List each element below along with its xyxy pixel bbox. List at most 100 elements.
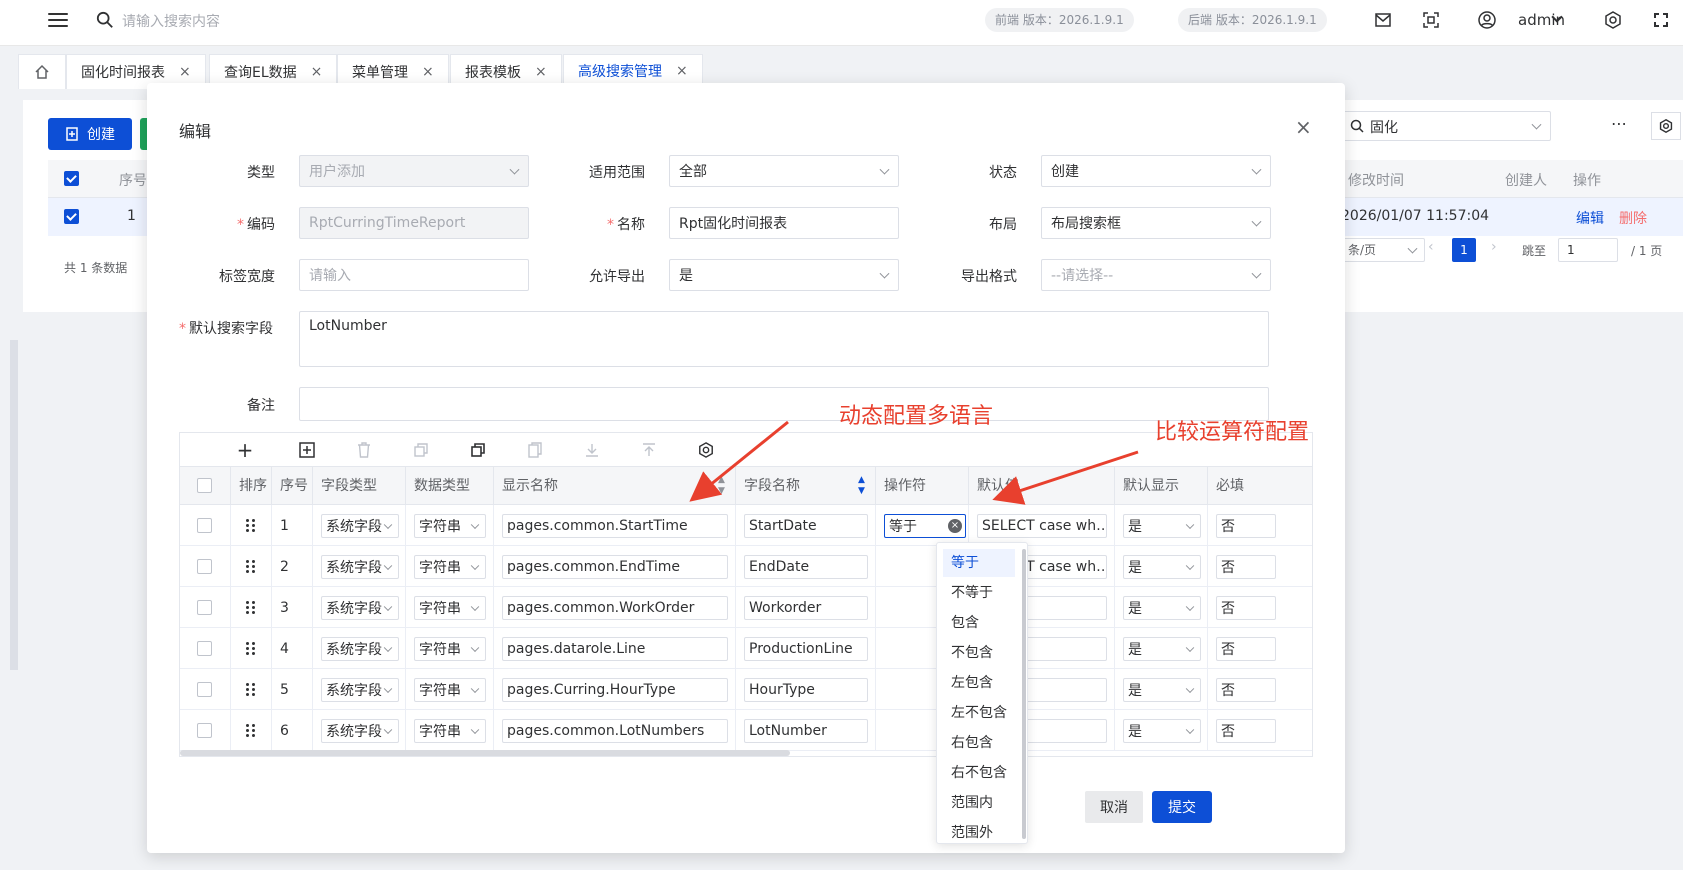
display-name-input[interactable]: pages.Curring.HourType <box>502 677 728 702</box>
row-checkbox[interactable] <box>197 723 212 738</box>
tab-close-icon[interactable]: × <box>535 64 547 80</box>
field-type-select[interactable]: 系统字段 <box>321 595 399 620</box>
page-size-select[interactable]: 条/页 <box>1341 238 1425 262</box>
data-type-select[interactable]: 字符串 <box>414 677 486 702</box>
row-checkbox[interactable] <box>64 209 79 224</box>
paste-icon[interactable] <box>469 441 487 459</box>
export-format-select[interactable]: --请选择-- <box>1041 259 1271 291</box>
prev-page-icon[interactable]: ‹ <box>1428 239 1434 255</box>
default-show-select[interactable]: 是 <box>1123 595 1201 620</box>
field-name-input[interactable]: LotNumber <box>744 718 868 743</box>
column-settings-button[interactable] <box>1651 112 1681 140</box>
field-name-input[interactable]: ProductionLine <box>744 636 868 661</box>
operator-option[interactable]: 不等于 <box>943 579 1015 607</box>
cancel-button[interactable]: 取消 <box>1085 791 1143 823</box>
allow-export-select[interactable]: 是 <box>669 259 899 291</box>
fullscreen-icon[interactable] <box>1651 10 1671 30</box>
default-show-select[interactable]: 是 <box>1123 636 1201 661</box>
jump-page-input[interactable]: 1 <box>1558 238 1618 262</box>
required-select[interactable]: 否 <box>1216 718 1276 743</box>
data-type-select[interactable]: 字符串 <box>414 595 486 620</box>
tab-home[interactable] <box>18 54 66 89</box>
operator-option[interactable]: 包含 <box>943 609 1015 637</box>
operator-option[interactable]: 右不包含 <box>943 759 1015 787</box>
col-display-name[interactable]: 显示名称 ▲ ▼ <box>494 467 736 505</box>
next-page-icon[interactable]: › <box>1491 239 1497 255</box>
row-delete-link[interactable]: 删除 <box>1619 208 1647 228</box>
operator-input[interactable]: 等于 × <box>884 513 966 538</box>
operator-option[interactable]: 左不包含 <box>943 699 1015 727</box>
display-name-input[interactable]: pages.common.LotNumbers <box>502 718 728 743</box>
operator-option[interactable]: 等于 <box>943 549 1015 577</box>
required-select[interactable]: 否 <box>1216 677 1276 702</box>
menu-toggle-icon[interactable] <box>48 10 68 30</box>
delete-icon[interactable] <box>355 441 373 459</box>
col-field-name[interactable]: 字段名称 ▲ ▼ <box>736 467 876 505</box>
field-name-input[interactable]: Workorder <box>744 595 868 620</box>
drag-handle-icon[interactable] <box>246 601 256 615</box>
row-checkbox[interactable] <box>197 641 212 656</box>
drag-handle-icon[interactable] <box>246 519 256 533</box>
scan-icon[interactable] <box>1421 10 1441 30</box>
required-select[interactable]: 否 <box>1216 595 1276 620</box>
close-icon[interactable]: × <box>1295 115 1312 139</box>
name-input[interactable]: Rpt固化时间报表 <box>669 207 899 239</box>
more-icon[interactable]: ⋯ <box>1611 114 1628 133</box>
page-number-current[interactable]: 1 <box>1452 238 1476 262</box>
remark-input[interactable] <box>299 387 1269 421</box>
drag-handle-icon[interactable] <box>246 560 256 574</box>
label-width-input[interactable]: 请输入 <box>299 259 529 291</box>
data-type-select[interactable]: 字符串 <box>414 554 486 579</box>
default-show-select[interactable]: 是 <box>1123 677 1201 702</box>
select-all-checkbox[interactable] <box>64 171 79 186</box>
required-select[interactable]: 否 <box>1216 513 1276 538</box>
tab-close-icon[interactable]: × <box>676 63 688 79</box>
layout-select[interactable]: 布局搜索框 <box>1041 207 1271 239</box>
field-name-input[interactable]: EndDate <box>744 554 868 579</box>
display-name-input[interactable]: pages.common.EndTime <box>502 554 728 579</box>
data-type-select[interactable]: 字符串 <box>414 636 486 661</box>
data-type-select[interactable]: 字符串 <box>414 718 486 743</box>
field-type-select[interactable]: 系统字段 <box>321 513 399 538</box>
drag-handle-icon[interactable] <box>246 724 256 738</box>
field-type-select[interactable]: 系统字段 <box>321 677 399 702</box>
field-type-select[interactable]: 系统字段 <box>321 636 399 661</box>
display-name-input[interactable]: pages.common.StartTime <box>502 513 728 538</box>
row-checkbox[interactable] <box>197 682 212 697</box>
row-checkbox[interactable] <box>197 600 212 615</box>
create-button[interactable]: 创建 <box>48 118 132 150</box>
move-up-icon[interactable] <box>640 441 658 459</box>
default-search-textarea[interactable]: LotNumber <box>299 311 1269 367</box>
drag-handle-icon[interactable] <box>246 683 256 697</box>
required-select[interactable]: 否 <box>1216 636 1276 661</box>
tab-close-icon[interactable]: × <box>179 64 191 80</box>
field-name-input[interactable]: StartDate <box>744 513 868 538</box>
scope-select[interactable]: 全部 <box>669 155 899 187</box>
data-type-select[interactable]: 字符串 <box>414 513 486 538</box>
move-down-icon[interactable] <box>583 441 601 459</box>
field-type-select[interactable]: 系统字段 <box>321 718 399 743</box>
user-avatar-icon[interactable] <box>1477 10 1497 30</box>
search-icon[interactable] <box>96 11 114 29</box>
row-edit-link[interactable]: 编辑 <box>1576 208 1604 228</box>
submit-button[interactable]: 提交 <box>1152 791 1212 823</box>
grid-horizontal-scrollbar[interactable] <box>180 750 790 756</box>
add-row-icon[interactable]: + <box>236 438 254 462</box>
default-show-select[interactable]: 是 <box>1123 718 1201 743</box>
select-all-checkbox[interactable] <box>197 478 212 493</box>
settings-icon[interactable] <box>1603 10 1623 30</box>
settings-icon[interactable] <box>697 441 715 459</box>
display-name-input[interactable]: pages.common.WorkOrder <box>502 595 728 620</box>
default-show-select[interactable]: 是 <box>1123 554 1201 579</box>
sort-icon[interactable]: ▲ ▼ <box>858 467 865 497</box>
tab-close-icon[interactable]: × <box>422 64 434 80</box>
status-select[interactable]: 创建 <box>1041 155 1271 187</box>
drag-handle-icon[interactable] <box>246 642 256 656</box>
copy-icon[interactable] <box>412 441 430 459</box>
operator-option[interactable]: 范围内 <box>943 789 1015 817</box>
row-checkbox[interactable] <box>197 518 212 533</box>
page-scrollbar[interactable] <box>10 340 18 670</box>
operator-option[interactable]: 不包含 <box>943 639 1015 667</box>
operator-option[interactable]: 右包含 <box>943 729 1015 757</box>
operator-option[interactable]: 范围外 <box>943 819 1015 843</box>
